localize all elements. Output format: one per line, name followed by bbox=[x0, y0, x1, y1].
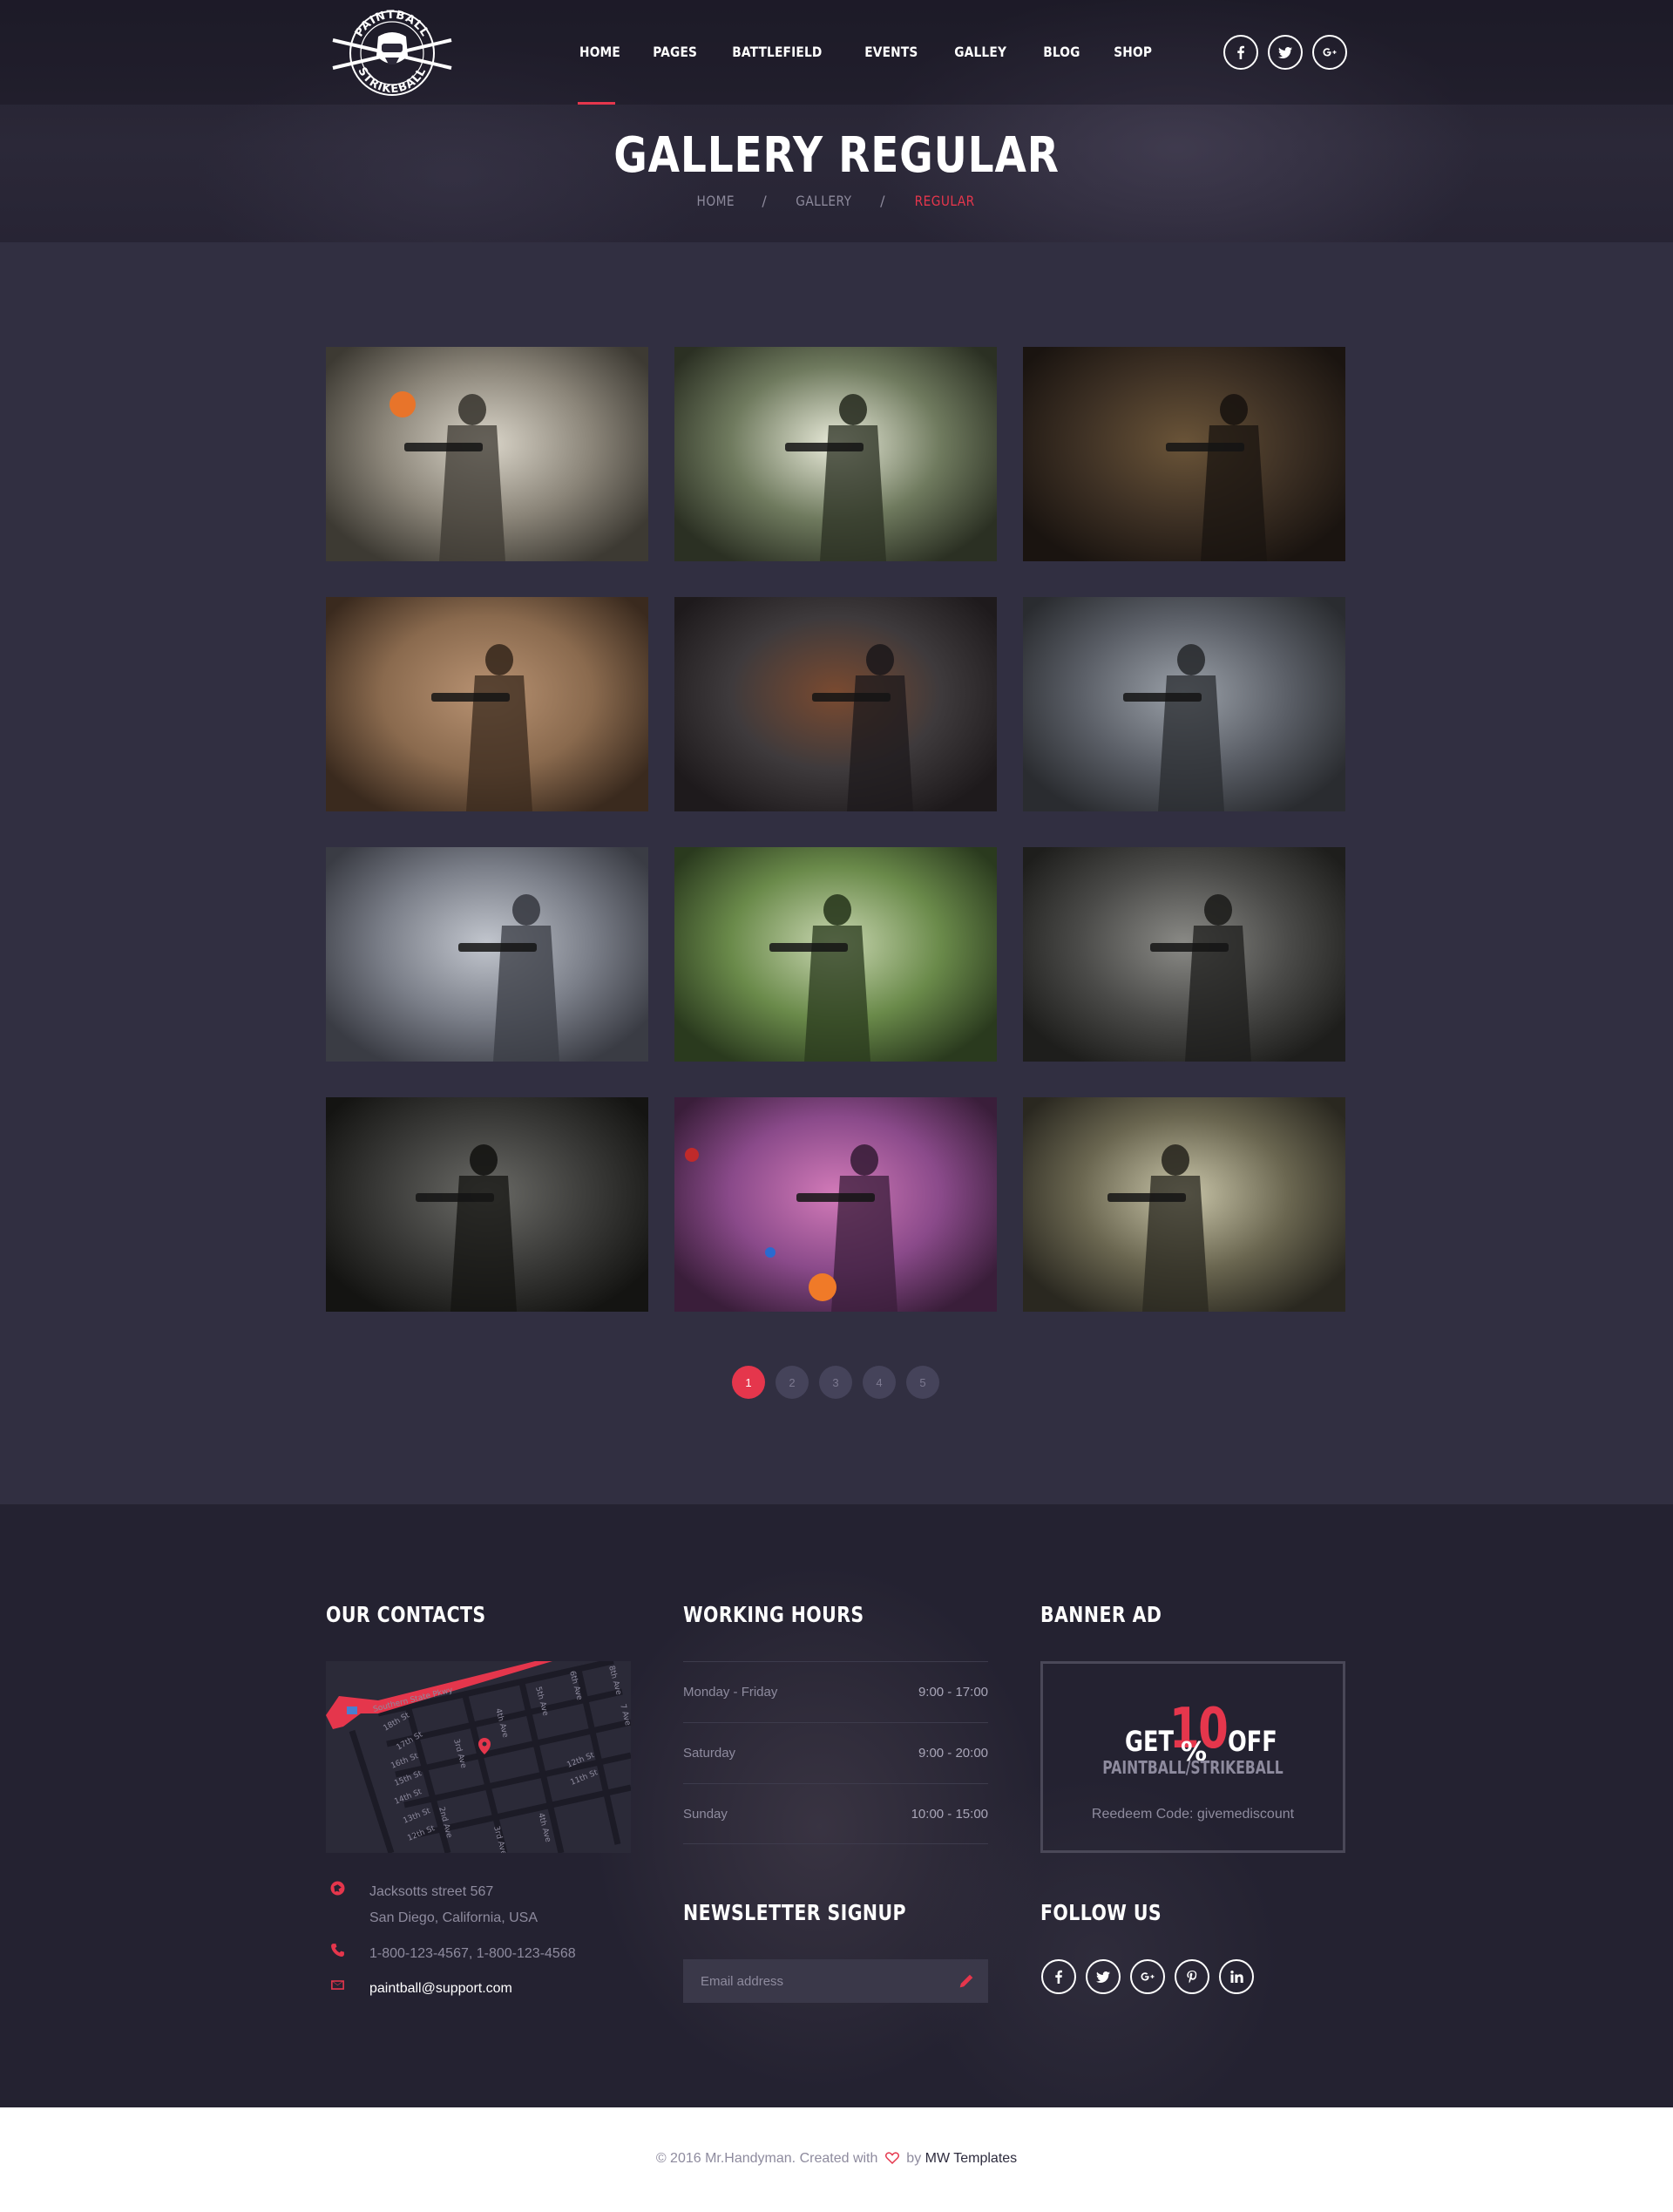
hours-row: Sunday 10:00 - 15:00 bbox=[683, 1783, 988, 1844]
hours-time: 9:00 - 17:00 bbox=[918, 1685, 988, 1700]
banner-off-text: OFF bbox=[1228, 1725, 1277, 1758]
author-link[interactable]: MW Templates bbox=[925, 2151, 1018, 2166]
nav-item-pages[interactable]: PAGES bbox=[638, 0, 712, 105]
newsletter-email-input[interactable] bbox=[683, 1959, 945, 2003]
copyright-bar: © 2016 Mr.Handyman. Created with by MW T… bbox=[0, 2107, 1673, 2212]
page-1-button[interactable]: 1 bbox=[732, 1366, 765, 1399]
pagination: 1 2 3 4 5 bbox=[732, 1366, 939, 1399]
facebook-icon[interactable] bbox=[1041, 1959, 1076, 1994]
address-line-2: San Diego, California, USA bbox=[369, 1910, 538, 1925]
gallery-image-2[interactable] bbox=[674, 347, 997, 561]
page-title: GALLERY REGULAR bbox=[613, 127, 1060, 184]
hours-day: Sunday bbox=[683, 1806, 728, 1822]
gallery-image-4[interactable] bbox=[326, 597, 648, 811]
heart-icon bbox=[884, 2152, 899, 2165]
logo-bottom-text: STRIKEBALL bbox=[355, 65, 428, 96]
footer-social-links bbox=[1041, 1959, 1254, 1994]
nav-item-blog[interactable]: BLOG bbox=[1028, 0, 1095, 105]
gallery-image-5[interactable] bbox=[674, 597, 997, 811]
email-link[interactable]: paintball@support.com bbox=[369, 1976, 512, 2002]
discount-banner[interactable]: GET 10 % OFF PAINTBALL/STRIKEBALL Reedee… bbox=[1040, 1661, 1345, 1853]
header-social-links bbox=[1223, 35, 1347, 70]
breadcrumb-separator: / bbox=[762, 193, 768, 209]
gallery-image-1[interactable] bbox=[326, 347, 648, 561]
gallery-image-7[interactable] bbox=[326, 847, 648, 1062]
newsletter-submit-button[interactable] bbox=[945, 1959, 988, 2003]
breadcrumb-home[interactable]: HOME bbox=[697, 193, 735, 209]
phone-icon bbox=[326, 1941, 349, 1958]
hours-day: Saturday bbox=[683, 1746, 736, 1761]
hours-row: Monday - Friday 9:00 - 17:00 bbox=[683, 1661, 988, 1722]
working-hours-table: Monday - Friday 9:00 - 17:00 Saturday 9:… bbox=[683, 1661, 988, 1844]
copyright-by: by bbox=[906, 2151, 922, 2166]
page-5-button[interactable]: 5 bbox=[906, 1366, 939, 1399]
gallery-image-12[interactable] bbox=[1023, 1097, 1345, 1312]
contacts-heading: OUR CONTACTS bbox=[326, 1602, 486, 1627]
hours-day: Monday - Friday bbox=[683, 1685, 778, 1700]
location-pin-icon bbox=[326, 1879, 349, 1896]
google-plus-icon[interactable] bbox=[1130, 1959, 1165, 1994]
follow-heading: FOLLOW US bbox=[1040, 1900, 1162, 1925]
newsletter-form bbox=[683, 1959, 988, 2003]
address-line-1: Jacksotts street 567 bbox=[369, 1884, 494, 1899]
page-header: PAINTBALL STRIKEBALL HOME PAGES BATTLEFI… bbox=[0, 0, 1673, 242]
location-map[interactable]: Southern State Pkwy 18th St 17th St 16th… bbox=[326, 1661, 631, 1853]
gallery-image-6[interactable] bbox=[1023, 597, 1345, 811]
pinterest-icon[interactable] bbox=[1175, 1959, 1209, 1994]
hours-time: 9:00 - 20:00 bbox=[918, 1746, 988, 1761]
contact-phone: 1-800-123-4567, 1-800-123-4568 bbox=[326, 1941, 576, 1967]
banner-heading: BANNER AD bbox=[1040, 1602, 1162, 1627]
svg-text:STRIKEBALL: STRIKEBALL bbox=[355, 65, 429, 96]
banner-redeem-code: Reedeem Code: givemediscount bbox=[1091, 1807, 1295, 1822]
nav-item-home[interactable]: HOME bbox=[579, 0, 635, 105]
linkedin-icon[interactable] bbox=[1219, 1959, 1254, 1994]
phone-numbers[interactable]: 1-800-123-4567, 1-800-123-4568 bbox=[369, 1941, 576, 1967]
gallery-image-8[interactable] bbox=[674, 847, 997, 1062]
gallery-image-11[interactable] bbox=[674, 1097, 997, 1312]
copyright-prefix: © 2016 Mr.Handyman. Created with bbox=[655, 2151, 878, 2166]
nav-active-indicator bbox=[578, 102, 615, 105]
hours-time: 10:00 - 15:00 bbox=[911, 1806, 988, 1822]
gallery-image-10[interactable] bbox=[326, 1097, 648, 1312]
nav-item-battlefield[interactable]: BATTLEFIELD bbox=[717, 0, 837, 105]
pencil-icon bbox=[959, 1974, 973, 1988]
hours-row: Saturday 9:00 - 20:00 bbox=[683, 1722, 988, 1783]
site-logo[interactable]: PAINTBALL STRIKEBALL bbox=[324, 5, 460, 101]
page-2-button[interactable]: 2 bbox=[776, 1366, 809, 1399]
nav-item-galley[interactable]: GALLEY bbox=[939, 0, 1021, 105]
copyright-text: © 2016 Mr.Handyman. Created with by MW T… bbox=[0, 2151, 1673, 2167]
gallery-image-9[interactable] bbox=[1023, 847, 1345, 1062]
banner-get-text: GET bbox=[1125, 1725, 1174, 1758]
hours-heading: WORKING HOURS bbox=[683, 1602, 864, 1627]
page-3-button[interactable]: 3 bbox=[819, 1366, 852, 1399]
twitter-icon[interactable] bbox=[1086, 1959, 1121, 1994]
breadcrumb-separator: / bbox=[880, 193, 885, 209]
nav-item-events[interactable]: EVENTS bbox=[850, 0, 933, 105]
newsletter-heading: NEWSLETTER SIGNUP bbox=[683, 1900, 906, 1925]
breadcrumb-gallery[interactable]: GALLERY bbox=[796, 193, 851, 209]
main-nav: HOME PAGES BATTLEFIELD EVENTS GALLEY BLO… bbox=[579, 0, 1171, 105]
facebook-icon[interactable] bbox=[1223, 35, 1258, 70]
breadcrumb-current: REGULAR bbox=[914, 193, 975, 209]
banner-subtitle: PAINTBALL/STRIKEBALL bbox=[1102, 1757, 1284, 1778]
twitter-icon[interactable] bbox=[1268, 35, 1303, 70]
envelope-icon bbox=[326, 1976, 349, 1993]
nav-item-shop[interactable]: SHOP bbox=[1099, 0, 1167, 105]
page-4-button[interactable]: 4 bbox=[863, 1366, 896, 1399]
google-plus-icon[interactable] bbox=[1312, 35, 1347, 70]
gallery-image-3[interactable] bbox=[1023, 347, 1345, 561]
breadcrumb: HOME / GALLERY / REGULAR bbox=[0, 193, 1673, 209]
contact-address: Jacksotts street 567 San Diego, Californ… bbox=[326, 1879, 538, 1931]
contact-email: paintball@support.com bbox=[326, 1976, 512, 2002]
